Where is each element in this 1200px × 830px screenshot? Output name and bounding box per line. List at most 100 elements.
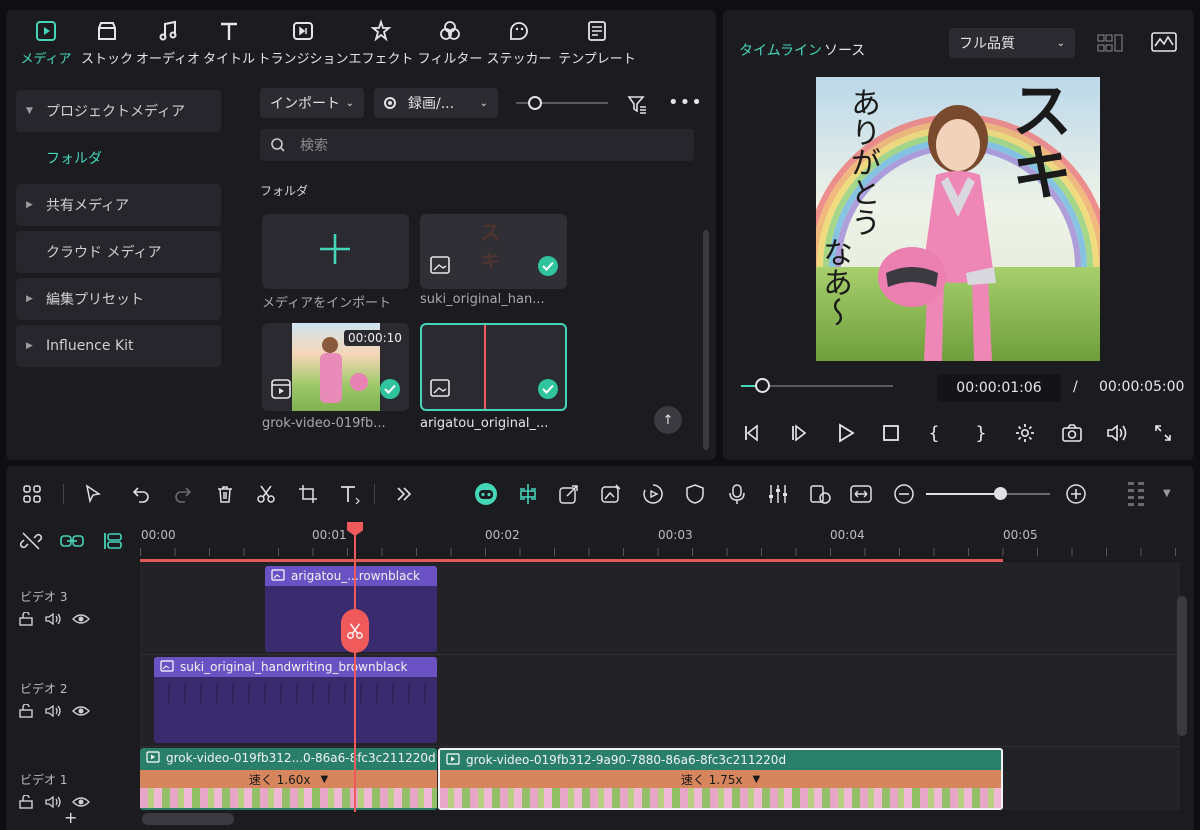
lock-icon[interactable] — [18, 703, 34, 722]
grid-view-icon[interactable] — [1097, 34, 1123, 58]
speaker-icon[interactable] — [44, 612, 62, 630]
add-track-button[interactable]: + — [64, 808, 77, 827]
timeline-vertical-scrollbar[interactable] — [1177, 596, 1187, 736]
unlink-icon[interactable] — [19, 530, 43, 556]
media-item-label: メディアをインポート — [262, 296, 392, 311]
tab-audio[interactable]: オーディオ — [136, 10, 200, 76]
sidebar-item-shared-media[interactable]: ▶ 共有メディア — [16, 184, 221, 226]
mark-out-button[interactable]: } — [968, 420, 994, 446]
stop-button[interactable] — [878, 420, 904, 446]
ai-companion-button[interactable] — [474, 482, 498, 506]
playback-progress[interactable] — [741, 378, 893, 393]
hover-scrub-line — [484, 325, 486, 409]
split-at-playhead-button[interactable] — [341, 609, 369, 653]
redo-button[interactable] — [171, 482, 195, 506]
export-clip-button[interactable] — [557, 482, 581, 506]
track-magnet-icon[interactable] — [102, 530, 124, 556]
tab-timeline[interactable]: タイムライン — [739, 40, 822, 60]
quality-dropdown[interactable]: フル品質 ⌄ — [949, 28, 1075, 58]
previous-frame-button[interactable] — [740, 420, 766, 446]
media-card-arigatou[interactable] — [420, 323, 567, 411]
media-card-suki[interactable]: スキ — [420, 214, 567, 289]
record-dropdown[interactable]: 録画/... ⌄ — [374, 88, 498, 118]
audio-mixer-button[interactable] — [766, 482, 790, 506]
media-scrollbar[interactable] — [703, 230, 709, 450]
record-voiceover-button[interactable] — [725, 482, 749, 506]
filter-sort-icon[interactable] — [626, 93, 648, 119]
lock-icon[interactable] — [18, 794, 34, 813]
import-media-card[interactable] — [262, 214, 409, 289]
speaker-icon[interactable] — [44, 704, 62, 722]
current-time[interactable]: 00:00:01:06 — [937, 374, 1061, 402]
duration-badge: 00:00:10 — [344, 330, 406, 346]
waveform-monitor-icon[interactable] — [1151, 32, 1177, 58]
lock-icon[interactable] — [18, 611, 34, 630]
track-layout-button[interactable] — [1124, 482, 1148, 506]
settings-button[interactable] — [1012, 420, 1038, 446]
undo-button[interactable] — [129, 482, 153, 506]
ruler-tick-label: 00:00 — [141, 528, 176, 542]
image-edit-button[interactable] — [599, 482, 623, 506]
tab-media[interactable]: メディア — [18, 10, 74, 76]
mask-button[interactable] — [683, 482, 707, 506]
tab-transition[interactable]: トランジション — [258, 10, 349, 76]
search-input[interactable]: 検索 — [260, 129, 694, 161]
split-button[interactable] — [254, 482, 278, 506]
mark-in-button[interactable]: { — [921, 420, 947, 446]
speed-button[interactable] — [641, 482, 665, 506]
play-button[interactable] — [833, 420, 859, 446]
fit-timeline-button[interactable] — [849, 482, 873, 506]
media-card-grok-video[interactable]: 00:00:10 — [262, 323, 409, 411]
zoom-slider[interactable] — [926, 487, 1050, 500]
clip-grok-video-2[interactable]: grok-video-019fb312-9a90-7880-86a6-8fc3c… — [438, 748, 1003, 810]
caret-down-icon[interactable]: ▼ — [1163, 488, 1171, 499]
zoom-out-button[interactable] — [892, 482, 916, 506]
tab-audio-label: オーディオ — [135, 52, 201, 67]
slider-handle[interactable] — [528, 96, 542, 110]
tab-stock[interactable]: ストック — [79, 10, 135, 76]
tab-template[interactable]: テンプレート — [556, 10, 638, 76]
more-options-icon[interactable]: ••• — [668, 92, 703, 113]
sidebar-item-cloud-media[interactable]: クラウド メディア — [16, 231, 221, 273]
thumbnail-size-slider[interactable] — [516, 96, 608, 110]
sidebar-item-edit-presets[interactable]: ▶ 編集プリセット — [16, 278, 221, 320]
snap-button[interactable] — [516, 482, 540, 506]
clip-suki[interactable]: suki_original_handwriting_brownblack — [154, 657, 437, 743]
scroll-to-top-button[interactable]: ↑ — [654, 406, 682, 434]
drag-dots-icon — [1128, 482, 1144, 506]
clip-grok-video-1[interactable]: grok-video-019fb312...0-86a6-8fc3c211220… — [140, 748, 437, 810]
text-tool-button[interactable] — [338, 482, 362, 506]
tab-effect[interactable]: エフェクト — [349, 10, 414, 76]
playhead-handle[interactable] — [347, 522, 363, 536]
zoom-in-button[interactable] — [1064, 482, 1088, 506]
snapshot-button[interactable] — [1059, 420, 1085, 446]
more-tools-button[interactable] — [392, 482, 416, 506]
progress-handle[interactable] — [755, 378, 771, 393]
tab-filter[interactable]: フィルター — [418, 10, 482, 76]
pip-button[interactable] — [808, 482, 832, 506]
select-tool-button[interactable] — [82, 482, 106, 506]
crop-button[interactable] — [296, 482, 320, 506]
eye-icon[interactable] — [72, 612, 90, 630]
timeline-horizontal-scrollbar[interactable] — [142, 813, 234, 825]
eye-icon[interactable] — [72, 704, 90, 722]
sidebar-item-folder[interactable]: フォルダ — [16, 137, 221, 179]
volume-button[interactable] — [1104, 420, 1130, 446]
delete-button[interactable] — [213, 482, 237, 506]
fullscreen-button[interactable] — [1150, 420, 1176, 446]
tab-sticker[interactable]: ステッカー — [487, 10, 552, 76]
sidebar-item-project-media[interactable]: ▼ プロジェクトメディア — [16, 90, 221, 132]
playhead[interactable] — [347, 522, 363, 812]
import-dropdown[interactable]: インポート ⌄ — [260, 88, 364, 118]
speaker-icon[interactable] — [44, 795, 62, 813]
plus-circle-icon — [1066, 484, 1086, 504]
sidebar-item-influence-kit[interactable]: ▶ Influence Kit — [16, 325, 221, 367]
next-frame-button[interactable] — [787, 420, 813, 446]
zoom-handle[interactable] — [994, 487, 1008, 500]
link-icon[interactable] — [60, 530, 84, 556]
tab-title[interactable]: タイトル — [201, 10, 257, 76]
speed-bar[interactable]: 速く 1.60x ▼ — [140, 770, 437, 788]
layout-button[interactable] — [20, 482, 44, 506]
tab-source[interactable]: ソース — [824, 40, 865, 60]
speed-bar[interactable]: 速く 1.75x ▼ — [440, 770, 1001, 788]
